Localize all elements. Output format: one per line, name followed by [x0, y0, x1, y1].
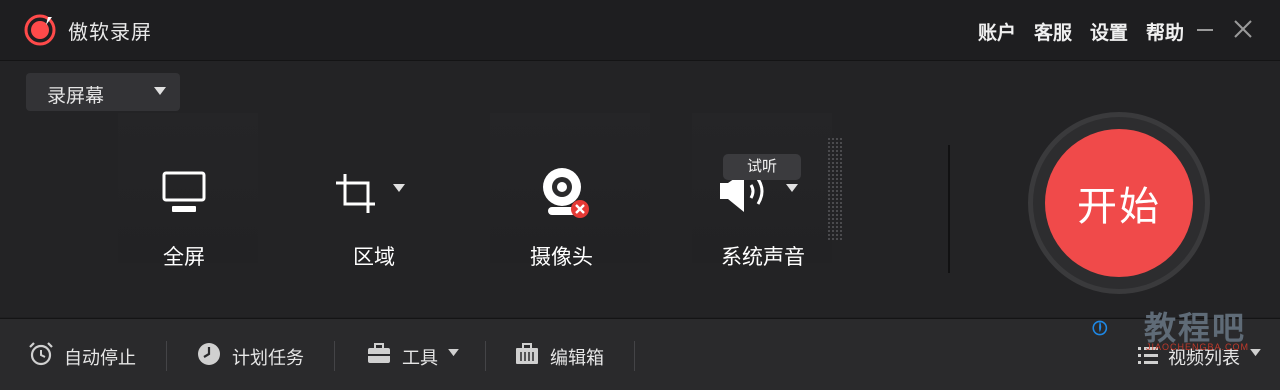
- system-audio-label[interactable]: 系统声音: [721, 241, 805, 271]
- crop-icon[interactable]: [334, 170, 382, 216]
- tools-button[interactable]: 工具: [366, 341, 466, 369]
- schedule-task-button[interactable]: 计划任务: [196, 341, 306, 369]
- app-title: 傲软录屏: [68, 22, 152, 44]
- bottom-toolbar: 自动停止 计划任务 工具 编辑箱 视频列表: [0, 318, 1280, 390]
- settings-menu[interactable]: 设置: [1090, 18, 1128, 45]
- region-chevron-down-icon[interactable]: [393, 184, 405, 193]
- top-menu: 账户 客服 设置 帮助: [960, 18, 1184, 45]
- start-label: 开始: [1077, 185, 1161, 229]
- alarm-clock-icon: [29, 342, 53, 366]
- record-mode-dropdown[interactable]: 录屏幕: [26, 73, 180, 111]
- divider: [948, 145, 950, 273]
- region-label[interactable]: 区域: [353, 241, 395, 271]
- video-list-chevron-down-icon: [1250, 349, 1261, 357]
- auto-stop-label: 自动停止: [64, 348, 136, 368]
- app-logo-icon: [24, 14, 56, 46]
- fullscreen-label[interactable]: 全屏: [163, 241, 205, 271]
- schedule-task-label: 计划任务: [232, 348, 304, 368]
- listen-button[interactable]: 试听: [723, 154, 801, 180]
- toolbox-icon: [368, 343, 390, 363]
- separator: [334, 341, 335, 371]
- chevron-down-icon: [154, 87, 166, 95]
- editor-box-button[interactable]: 编辑箱: [514, 341, 614, 369]
- audio-chevron-down-icon[interactable]: [786, 184, 798, 193]
- watermark-subtext: JIAOCHENGBA.COM: [1146, 342, 1250, 352]
- volume-meter: [828, 138, 842, 242]
- title-bar: 傲软录屏 账户 客服 设置 帮助: [0, 0, 1280, 61]
- start-button[interactable]: 开始: [1045, 129, 1193, 277]
- separator: [634, 341, 635, 371]
- account-menu[interactable]: 账户: [978, 18, 1016, 45]
- separator: [485, 341, 486, 371]
- tools-label: 工具: [402, 348, 438, 368]
- webcam-icon[interactable]: [538, 166, 592, 220]
- watermark-logo-icon: [1092, 320, 1108, 336]
- help-menu[interactable]: 帮助: [1146, 18, 1184, 45]
- editor-box-label: 编辑箱: [550, 348, 604, 368]
- close-icon[interactable]: [1230, 16, 1256, 42]
- service-menu[interactable]: 客服: [1034, 18, 1072, 45]
- auto-stop-button[interactable]: 自动停止: [28, 341, 138, 369]
- minimize-icon[interactable]: [1192, 16, 1218, 42]
- separator: [166, 341, 167, 371]
- tools-chevron-down-icon: [448, 349, 459, 357]
- clock-icon: [198, 343, 220, 365]
- monitor-icon[interactable]: [162, 170, 208, 216]
- camera-label[interactable]: 摄像头: [530, 241, 593, 271]
- record-mode-label: 录屏幕: [47, 86, 105, 107]
- briefcase-icon: [516, 343, 538, 364]
